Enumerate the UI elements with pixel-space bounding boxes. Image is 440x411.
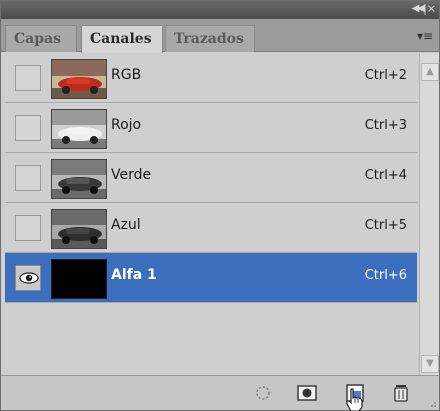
channel-name: Verde — [111, 167, 152, 183]
channel-row-rojo[interactable]: Rojo Ctrl+3 — [5, 103, 417, 153]
panel-title-bar: ◀◀ |× — [1, 1, 439, 19]
close-icon[interactable]: |× — [423, 2, 436, 15]
visibility-toggle[interactable] — [15, 215, 41, 241]
channel-name: Azul — [111, 217, 141, 233]
channel-thumbnail-rojo — [51, 109, 107, 149]
channel-shortcut: Ctrl+6 — [364, 268, 407, 283]
channel-row-azul[interactable]: Azul Ctrl+5 — [5, 203, 417, 253]
load-selection-icon[interactable] — [251, 381, 275, 405]
panel-toolbar — [1, 375, 439, 410]
tab-canales[interactable]: Canales — [81, 25, 163, 53]
scroll-down-icon[interactable]: ▼ — [421, 355, 439, 373]
channel-name: RGB — [111, 67, 142, 83]
channel-shortcut: Ctrl+5 — [364, 218, 407, 233]
panel-menu-icon[interactable]: ▾≡ — [417, 29, 433, 43]
resize-grip-icon[interactable] — [427, 398, 437, 408]
hand-cursor-icon — [346, 388, 363, 411]
vertical-scrollbar[interactable]: ▲ ▼ — [419, 53, 439, 375]
tab-trazados[interactable]: Trazados — [165, 25, 255, 52]
eye-icon — [19, 272, 39, 284]
double-chevron-left-icon[interactable]: ◀◀ — [412, 3, 425, 14]
channel-row-rgb[interactable]: RGB Ctrl+2 — [5, 53, 417, 103]
channel-row-verde[interactable]: Verde Ctrl+4 — [5, 153, 417, 203]
channel-name: Rojo — [111, 117, 142, 133]
visibility-toggle[interactable] — [15, 65, 41, 91]
channel-shortcut: Ctrl+4 — [364, 168, 407, 183]
trash-icon[interactable] — [389, 381, 413, 405]
visibility-toggle[interactable] — [15, 165, 41, 191]
visibility-toggle[interactable] — [15, 265, 41, 291]
channels-panel: ◀◀ |× Capas Canales Trazados ▾≡ RGB Ctrl… — [0, 0, 440, 411]
tab-capas[interactable]: Capas — [5, 25, 77, 52]
visibility-toggle[interactable] — [15, 115, 41, 141]
channel-thumbnail-verde — [51, 159, 107, 199]
channel-shortcut: Ctrl+2 — [364, 68, 407, 83]
save-selection-icon[interactable] — [295, 381, 319, 405]
channel-shortcut: Ctrl+3 — [364, 118, 407, 133]
channel-thumbnail-alfa-1 — [51, 259, 107, 299]
channel-list: RGB Ctrl+2 Rojo Ctrl+3 Verde Ctrl+4 Azul… — [5, 53, 417, 375]
channel-row-alfa-1[interactable]: Alfa 1 Ctrl+6 — [5, 253, 417, 303]
tab-bar: Capas Canales Trazados ▾≡ — [1, 19, 439, 53]
channel-thumbnail-azul — [51, 209, 107, 249]
channel-name: Alfa 1 — [111, 267, 157, 283]
scroll-up-icon[interactable]: ▲ — [421, 63, 439, 81]
channel-thumbnail-rgb — [51, 59, 107, 99]
